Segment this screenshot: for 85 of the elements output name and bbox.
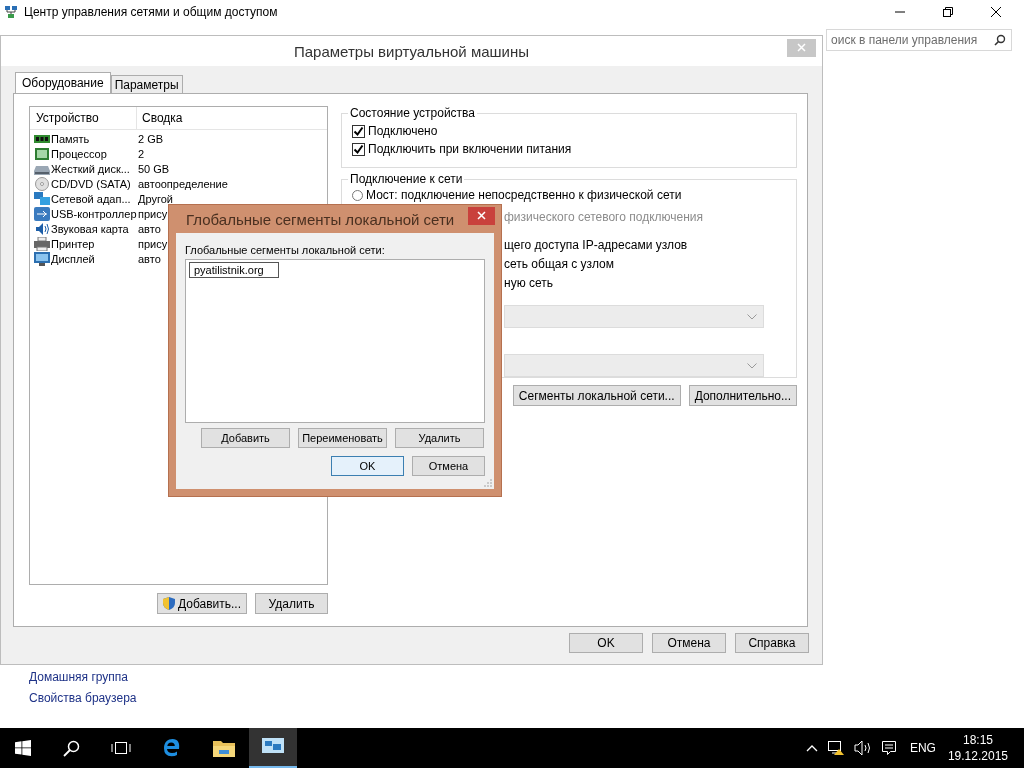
device-name[interactable]: CD/DVD (SATA) [51,177,138,190]
search-icon[interactable] [994,34,1006,46]
checkbox[interactable] [352,142,365,156]
option-label[interactable]: ную сеть [504,276,553,290]
clock-date: 19.12.2015 [947,748,1008,764]
action-button[interactable]: Дополнительно... [688,385,797,406]
device-name[interactable]: Дисплей [51,252,138,265]
network-icon[interactable] [826,740,845,756]
list-label: Глобальные сегменты локальной сети: [185,244,386,256]
action-button[interactable]: Сегменты локальной сети... [512,385,681,406]
side-link[interactable]: Домашняя группа [29,670,137,684]
active-app-button[interactable] [249,728,297,768]
action-button[interactable]: Добавить... [156,593,247,614]
maximize-icon[interactable] [942,6,954,18]
notifications-icon[interactable] [880,740,897,756]
printer-icon [34,236,50,251]
chevron-down-icon [747,313,757,320]
checkbox-label[interactable]: Подключить при включении питания [368,142,572,156]
action-button[interactable]: Добавить [201,428,290,448]
disc-icon [34,176,50,191]
clock-time: 18:15 [962,732,993,748]
device-name[interactable]: Звуковая карта [51,222,138,235]
device-name[interactable]: Сетевой адап... [51,192,138,205]
chevron-up-icon[interactable] [805,744,818,752]
modal-title: Глобальные сегменты локальной сети [186,210,455,228]
language-indicator[interactable]: ENG [909,741,936,755]
device-name[interactable]: Жесткий диск... [51,162,138,175]
monitor-icon [34,251,50,266]
window-title: Центр управления сетями и общим доступом [24,5,278,19]
monitors-icon [34,191,50,206]
close-button[interactable] [468,207,495,225]
device-summary: 2 [138,147,145,160]
side-link[interactable]: Свойства браузера [29,691,137,705]
close-icon[interactable] [990,6,1002,18]
chevron-down-icon [747,362,757,369]
dialog-title: Параметры виртуальной машины [293,42,530,60]
tab[interactable]: Параметры [110,75,183,93]
close-icon [477,211,486,220]
column-header: Устройство [30,107,137,129]
device-name[interactable]: Процессор [51,147,138,160]
device-summary: 50 GB [138,162,170,175]
browser-e-icon[interactable] [162,738,182,758]
clock[interactable]: 18:15 19.12.2015 [947,732,1008,764]
device-name[interactable]: Память [51,132,138,145]
close-icon [797,43,806,52]
action-button[interactable]: Удалить [255,593,328,614]
group-title: Состояние устройства [349,106,477,120]
windows-logo-icon[interactable] [15,740,31,756]
group-title: Подключение к сети [349,172,464,186]
speaker-icon[interactable] [853,740,872,756]
radio-button[interactable] [352,189,363,201]
action-button[interactable]: Удалить [395,428,484,448]
usb-icon [34,206,50,221]
device-name[interactable]: USB-контроллер [51,207,138,220]
device-summary: авто [138,252,161,265]
device-summary: Другой [138,192,173,205]
dialog-button[interactable]: OK [569,633,643,653]
network-app-icon [4,5,18,19]
dialog-button[interactable]: Отмена [652,633,726,653]
resize-grip-icon[interactable] [484,479,492,487]
chip-icon [34,146,50,161]
dialog-button[interactable]: Справка [735,633,809,653]
folder-icon[interactable] [213,739,235,757]
search-field[interactable]: оиск в панели управления [826,29,1012,51]
radio-label[interactable]: Мост: подключение непосредственно к физической сети [366,188,682,202]
dialog-button[interactable]: OK [331,456,404,476]
action-button[interactable]: Переименовать [298,428,387,448]
option-label[interactable]: сеть общая с узлом [504,257,615,271]
speaker-icon [34,221,50,236]
device-summary: прису [138,207,168,220]
device-summary: автоопределение [138,177,228,190]
option-label[interactable]: щего доступа IP-адресами узлов [504,238,688,252]
tab[interactable]: Оборудование [15,72,111,93]
checkbox-label[interactable]: Подключено [368,124,438,138]
dialog-button[interactable]: Отмена [412,456,485,476]
checkbox[interactable] [352,124,365,138]
list-item[interactable]: pyatilistnik.org [189,262,279,278]
monitors-icon [262,738,284,756]
device-summary: авто [138,222,161,235]
device-summary: 2 GB [138,132,164,145]
device-name[interactable]: Принтер [51,237,138,250]
task-view-icon[interactable] [111,741,131,755]
search-icon[interactable] [63,739,80,757]
column-header: Сводка [141,111,183,125]
device-summary: прису [138,237,168,250]
